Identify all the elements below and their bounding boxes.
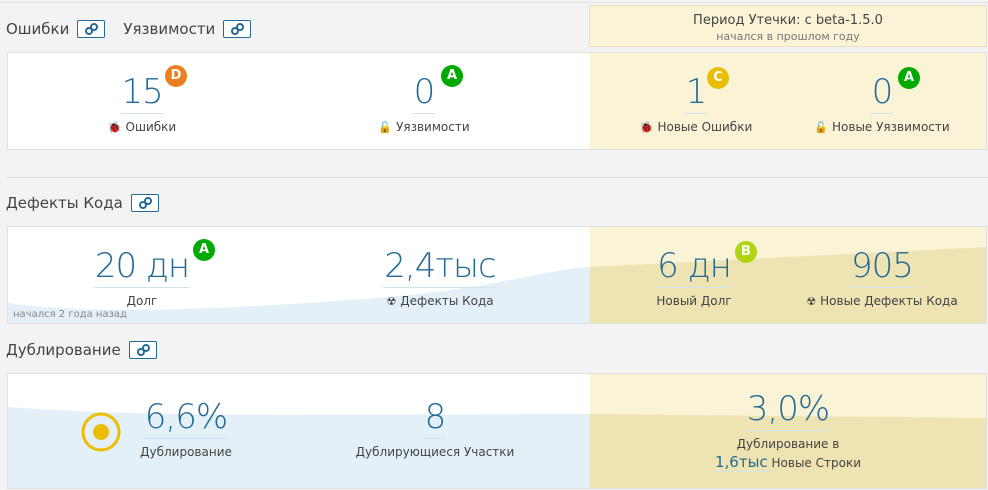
metric-label: Долг bbox=[126, 294, 158, 308]
duplications-card: 6,6% Дублирование 8 Дублирующиеся Участки … bbox=[7, 373, 987, 489]
metric-value[interactable]: 0 bbox=[412, 71, 436, 114]
metric-value[interactable]: 6,6% bbox=[143, 396, 228, 439]
new-lines-value[interactable]: 1,6тыс bbox=[715, 453, 768, 472]
divider bbox=[7, 177, 988, 178]
vulns-title: Уязвимости bbox=[123, 20, 216, 38]
metric-value[interactable]: 8 bbox=[423, 396, 447, 439]
new-debt-metric[interactable]: 6 дн Новый Долг bbox=[656, 245, 732, 308]
rating-badge: D bbox=[165, 65, 187, 87]
lock-icon: 🔓 bbox=[814, 121, 829, 134]
history-start-note: начался 2 года назад bbox=[13, 309, 127, 320]
metric-label: Новые Уязвимости bbox=[832, 120, 950, 134]
debt-title: Дефекты Кода bbox=[6, 194, 123, 212]
new-vulns-metric[interactable]: 0 🔓 Новые Уязвимости bbox=[814, 71, 949, 134]
debt-card: 20 дн Долг A 2,4тыс ☢ Дефекты Кода 6 дн Новы… bbox=[7, 226, 987, 324]
duplication-donut-icon bbox=[81, 412, 121, 452]
metric-value[interactable]: 905 bbox=[850, 245, 914, 288]
metric-value[interactable]: 0 bbox=[870, 71, 894, 114]
bugs-heading: Ошибки Уязвимости bbox=[6, 20, 252, 38]
metric-label: Уязвимости bbox=[396, 120, 470, 134]
rating-badge: A bbox=[441, 65, 463, 87]
leak-period: Период Утечки: с beta-1.5.0 начался в пр… bbox=[589, 5, 987, 47]
dup-heading: Дублирование bbox=[6, 341, 157, 359]
rating-badge: A bbox=[193, 239, 215, 261]
rating-badge: B bbox=[735, 241, 757, 263]
debt-drilldown-button[interactable] bbox=[130, 194, 159, 212]
link-icon bbox=[85, 23, 99, 35]
new-bugs-metric[interactable]: 1 🐞 Новые Ошибки bbox=[640, 71, 752, 134]
bug-icon: 🐞 bbox=[639, 121, 654, 134]
rating-badge: A bbox=[898, 67, 920, 89]
new-duplication-metric[interactable]: 3,0% Дублирование в 1,6тыс Новые Строки bbox=[715, 388, 861, 472]
metric-label: Дефекты Кода bbox=[400, 294, 494, 308]
metric-label: Ошибки bbox=[125, 120, 177, 134]
dup-blocks-metric[interactable]: 8 Дублирующиеся Участки bbox=[356, 396, 515, 459]
metric-label: Новые Дефекты Кода bbox=[820, 294, 958, 308]
debt-metric[interactable]: 20 дн Долг bbox=[93, 245, 190, 308]
bugs-title: Ошибки bbox=[6, 20, 70, 38]
link-icon bbox=[136, 344, 150, 356]
code-smell-icon: ☢ bbox=[806, 295, 817, 308]
new-code-smells-metric[interactable]: 905 ☢ Новые Дефекты Кода bbox=[806, 245, 957, 308]
metric-value[interactable]: 2,4тыс bbox=[383, 245, 497, 288]
new-lines-label: Новые Строки bbox=[771, 456, 861, 470]
bug-icon: 🐞 bbox=[107, 121, 122, 134]
lock-icon: 🔓 bbox=[378, 121, 393, 134]
divider bbox=[0, 2, 988, 3]
dup-title: Дублирование bbox=[6, 341, 121, 359]
bugs-vulns-card: 15 🐞 Ошибки D 0 🔓 Уязвимости A 1 🐞 Новые Ошибк… bbox=[7, 52, 987, 150]
vulns-drilldown-button[interactable] bbox=[223, 20, 252, 38]
leak-period-title: Период Утечки: с beta-1.5.0 bbox=[693, 13, 883, 28]
link-icon bbox=[231, 23, 245, 35]
metric-value[interactable]: 15 bbox=[120, 71, 164, 114]
metric-value[interactable]: 6 дн bbox=[656, 245, 732, 288]
code-smells-metric[interactable]: 2,4тыс ☢ Дефекты Кода bbox=[383, 245, 497, 308]
metric-value[interactable]: 20 дн bbox=[93, 245, 190, 288]
link-icon bbox=[138, 197, 152, 209]
bugs-drilldown-button[interactable] bbox=[77, 20, 106, 38]
metric-label: Дублирование bbox=[140, 445, 232, 459]
dup-drilldown-button[interactable] bbox=[128, 341, 157, 359]
code-smell-icon: ☢ bbox=[386, 295, 397, 308]
debt-heading: Дефекты Кода bbox=[6, 194, 159, 212]
metric-value[interactable]: 1 bbox=[684, 71, 708, 114]
metric-label: Новые Ошибки bbox=[657, 120, 753, 134]
leak-period-subtitle: начался в прошлом году bbox=[716, 30, 860, 43]
rating-badge: C bbox=[707, 67, 729, 89]
metric-label: Дублирующиеся Участки bbox=[355, 445, 515, 459]
metric-label: Новый Долг bbox=[656, 294, 732, 308]
duplication-metric[interactable]: 6,6% Дублирование bbox=[140, 396, 232, 459]
metric-label: Дублирование в bbox=[736, 437, 840, 451]
metric-value[interactable]: 3,0% bbox=[745, 388, 830, 431]
